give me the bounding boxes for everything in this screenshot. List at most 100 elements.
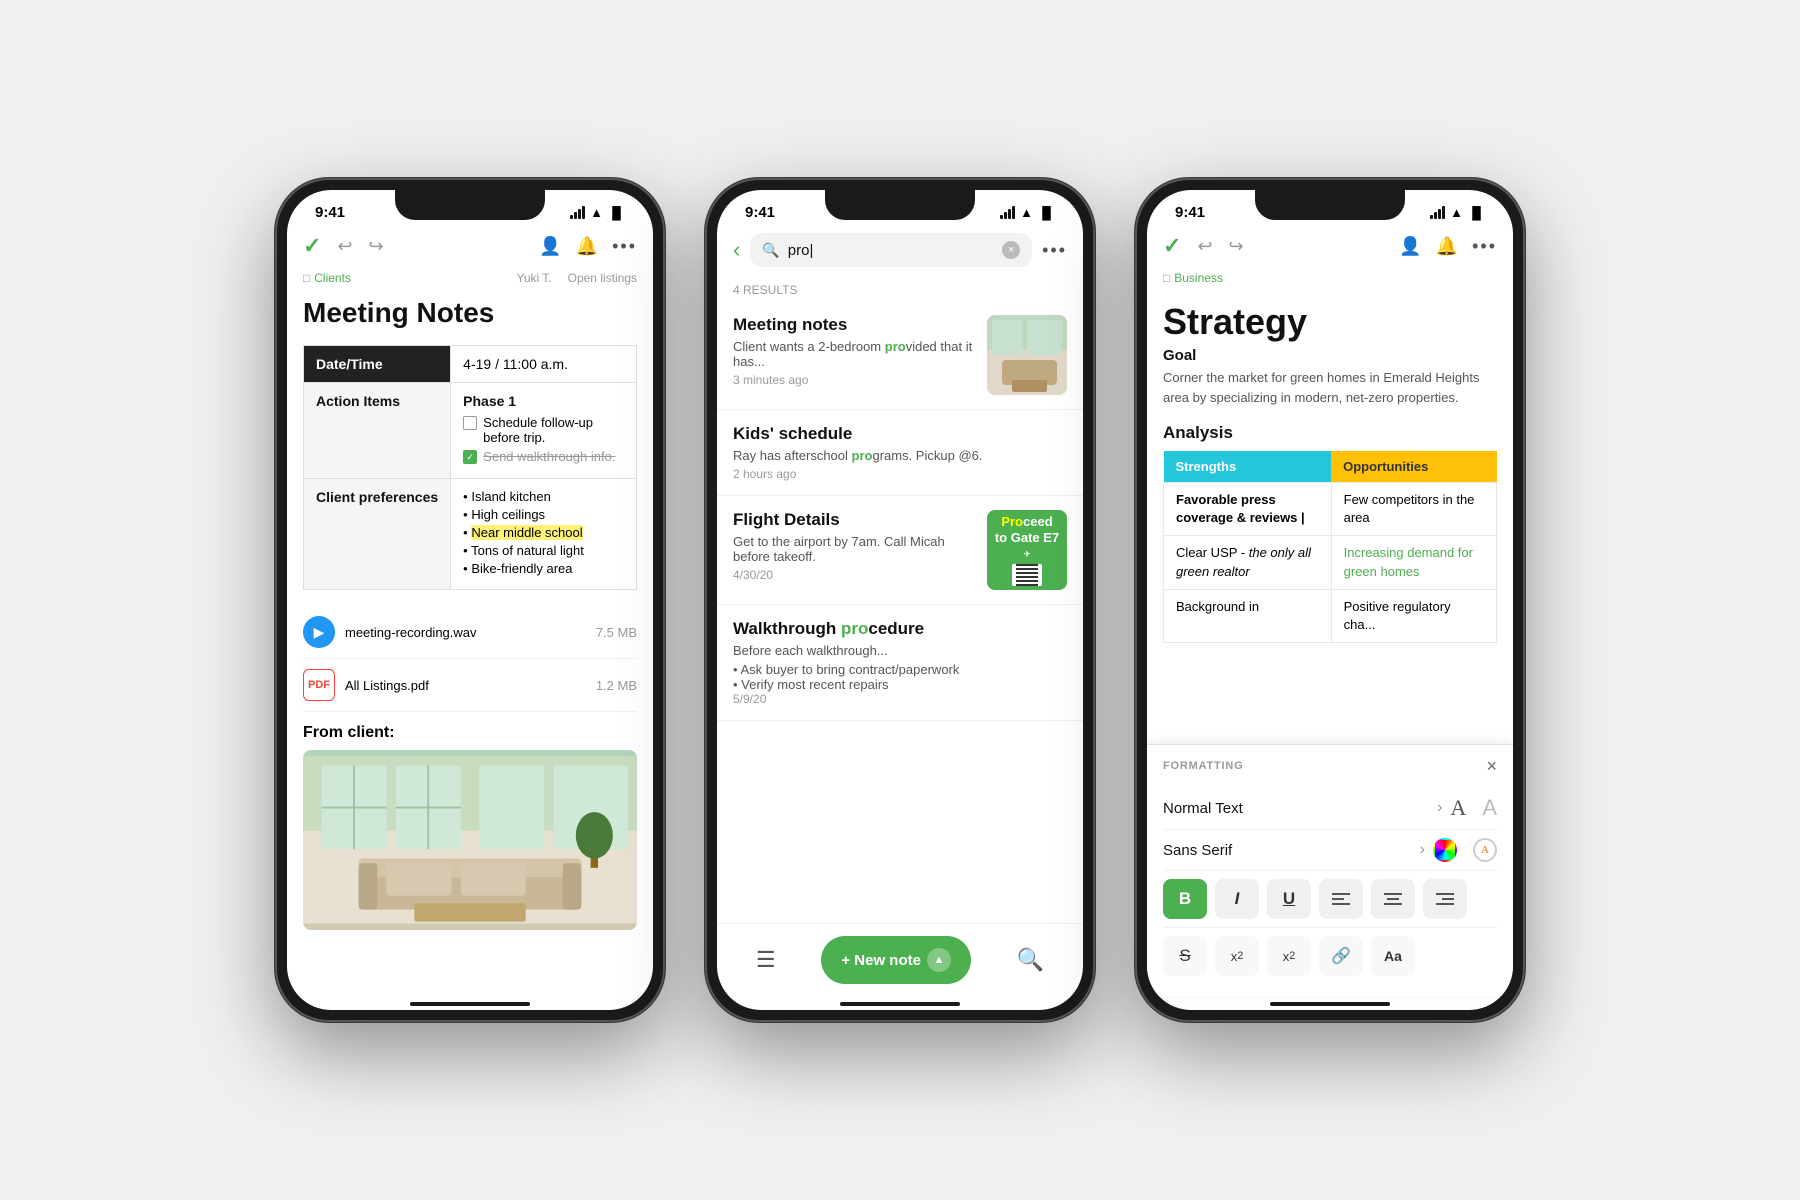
align-left-button[interactable] [1319,879,1363,919]
format-buttons-row-2: S x2 x2 🔗 Aa [1163,928,1497,984]
search-more-icon-2[interactable]: ••• [1042,240,1067,261]
flight-card-3: Proceedto Gate E7 ✈ [987,510,1067,590]
pref-item-2: High ceilings [463,507,624,522]
sans-sample-1[interactable]: A [1482,795,1497,821]
result-time-3: 4/30/20 [733,568,975,582]
user-link-1[interactable]: Yuki T. [516,271,551,285]
result-item-3[interactable]: Flight Details Get to the airport by 7am… [717,496,1083,605]
new-note-label-2: + New note [841,952,921,969]
undo-icon-1[interactable]: ↩ [337,236,352,257]
breadcrumb-right-1: Yuki T. Open listings [516,271,637,285]
serif-sample-1[interactable]: A [1450,795,1466,821]
breadcrumb-label-1[interactable]: Clients [314,271,351,285]
bold-button[interactable]: B [1163,879,1207,919]
checkbox-2[interactable]: ✓ [463,450,477,464]
file-1[interactable]: ▶ meeting-recording.wav 7.5 MB [303,606,637,659]
pref-list: Island kitchen High ceilings Near middle… [463,489,624,576]
swot-table-3: Strengths Opportunities Favorable press … [1163,451,1497,643]
close-formatting-3[interactable]: × [1486,757,1497,775]
subscript-button[interactable]: x2 [1267,936,1311,976]
menu-icon-2[interactable]: ☰ [756,947,776,973]
pref-item-5: Bike-friendly area [463,561,624,576]
strikethrough-button[interactable]: S [1163,936,1207,976]
underline-button[interactable]: U [1267,879,1311,919]
format-row-normal-text[interactable]: Normal Text › A A [1163,787,1497,830]
listings-link-1[interactable]: Open listings [568,271,637,285]
link-button[interactable]: 🔗 [1319,936,1363,976]
file-2[interactable]: PDF All Listings.pdf 1.2 MB [303,659,637,712]
screen-content-1[interactable]: Meeting Notes Date/Time 4-19 / 11:00 a.m… [287,293,653,996]
swot-cell-2-2: Increasing demand for green homes [1331,536,1496,589]
align-right-button[interactable] [1423,879,1467,919]
screen-content-3[interactable]: Strategy Goal Corner the market for gree… [1147,293,1513,744]
result-item-4[interactable]: Walkthrough procedure Before each walkth… [717,605,1083,721]
result-item-1[interactable]: Meeting notes Client wants a 2-bedroom p… [717,301,1083,410]
new-note-button-2[interactable]: + New note ▲ [821,936,971,984]
result-desc-1: Client wants a 2-bedroom provided that i… [733,339,975,369]
search-bar-2[interactable]: 🔍 pro| × [750,233,1032,267]
swot-cell-1-1: Favorable press coverage & reviews | [1164,483,1332,536]
font-color-sample[interactable]: A [1473,838,1497,862]
wifi-icon-2: ▲ [1020,205,1033,220]
highlight-pro-4: pro [841,619,868,638]
bell-add-icon-3[interactable]: 🔔 [1436,236,1458,257]
check-icon-1[interactable]: ✓ [303,233,321,259]
result-content-2: Kids' schedule Ray has afterschool progr… [733,424,1067,481]
redo-icon-3[interactable]: ↪ [1229,236,1244,257]
analysis-label-3: Analysis [1163,423,1497,443]
checkbox-1[interactable] [463,416,477,430]
search-toolbar-2: ‹ 🔍 pro| × ••• [717,225,1083,275]
person-add-icon-1[interactable]: 👤 [539,236,561,257]
signal-icon-3 [1430,207,1445,219]
time-1: 9:41 [315,204,345,221]
signal-icon-2 [1000,207,1015,219]
pref-content: Island kitchen High ceilings Near middle… [451,479,637,590]
result-time-4: 5/9/20 [733,692,1067,706]
pref-highlight-3: Near middle school [471,525,582,540]
phone-2-screen: 9:41 ▲ ▐▌ ‹ 🔍 pro| [717,190,1083,1010]
flight-card-title-3: Proceedto Gate E7 [995,514,1059,545]
status-icons-2: ▲ ▐▌ [1000,205,1055,220]
breadcrumb-icon-1: □ [303,271,310,285]
result-title-4: Walkthrough procedure [733,619,1067,639]
breadcrumb-1: □ Clients Yuki T. Open listings [287,267,653,293]
task-2: ✓ Send walkthrough info. [463,449,624,464]
highlight-pro-2: pro [852,448,873,463]
result-item-2[interactable]: Kids' schedule Ray has afterschool progr… [717,410,1083,496]
new-note-chevron-2[interactable]: ▲ [927,948,951,972]
italic-button[interactable]: I [1215,879,1259,919]
format-more-button[interactable]: Aa [1371,936,1415,976]
action-label: Action Items [304,383,451,479]
swot-row-3: Background in Positive regulatory cha... [1164,589,1497,642]
file-name-2: All Listings.pdf [345,678,429,693]
redo-icon-1[interactable]: ↪ [369,236,384,257]
phone-3-screen: 9:41 ▲ ▐▌ ✓ ↩ ↪ [1147,190,1513,1010]
breadcrumb-label-3[interactable]: Business [1174,271,1223,285]
person-add-icon-3[interactable]: 👤 [1399,236,1421,257]
check-icon-3[interactable]: ✓ [1163,233,1181,259]
sans-serif-chevron: › [1420,841,1425,859]
press-coverage-text: Favorable press coverage & reviews | [1176,492,1305,525]
screen-content-2[interactable]: Meeting notes Client wants a 2-bedroom p… [717,301,1083,923]
battery-icon-1: ▐▌ [608,206,625,220]
result-thumb-1 [987,315,1067,395]
client-image-1 [303,750,637,930]
search-clear-2[interactable]: × [1002,241,1020,259]
room-illustration [303,750,637,930]
breadcrumb-icon-3: □ [1163,271,1170,285]
time-2: 9:41 [745,204,775,221]
format-row-sans-serif[interactable]: Sans Serif › A [1163,830,1497,871]
phone-2: 9:41 ▲ ▐▌ ‹ 🔍 pro| [705,178,1095,1022]
more-icon-3[interactable]: ••• [1472,236,1497,257]
more-icon-1[interactable]: ••• [612,236,637,257]
superscript-button[interactable]: x2 [1215,936,1259,976]
swot-cell-2-1: Clear USP - the only all green realtor [1164,536,1332,589]
search-input-2[interactable]: pro| [788,242,994,259]
undo-icon-3[interactable]: ↩ [1197,236,1212,257]
align-center-button[interactable] [1371,879,1415,919]
color-picker-icon[interactable] [1433,838,1457,862]
back-button-2[interactable]: ‹ [733,237,740,263]
search-icon-bottom-2[interactable]: 🔍 [1017,947,1044,973]
bell-add-icon-1[interactable]: 🔔 [576,236,598,257]
swot-cell-1-2: Few competitors in the area [1331,483,1496,536]
